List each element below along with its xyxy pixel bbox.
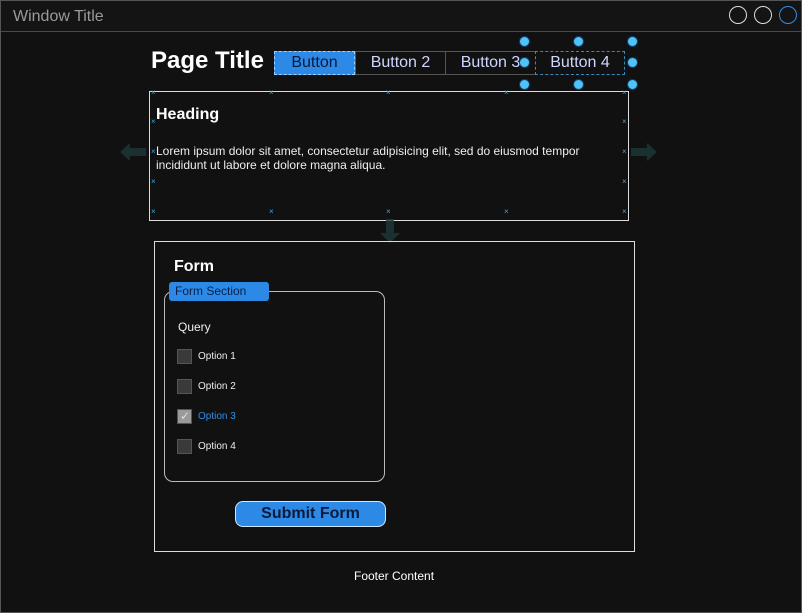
maximize-button[interactable] bbox=[754, 6, 772, 24]
card-heading: Heading bbox=[156, 106, 220, 123]
resize-handle-n[interactable] bbox=[573, 36, 584, 47]
close-button[interactable] bbox=[779, 6, 797, 24]
checkbox-icon[interactable] bbox=[177, 378, 192, 394]
submit-form-button[interactable]: Submit Form bbox=[235, 501, 386, 527]
anchor-marker-icon: × bbox=[504, 207, 509, 216]
toolbar-button-2[interactable]: Button 2 bbox=[355, 51, 445, 75]
option-3-label: Option 3 bbox=[198, 410, 236, 422]
anchor-marker-icon: × bbox=[151, 117, 156, 126]
arrow-down-icon[interactable] bbox=[380, 219, 400, 243]
arrow-right-icon[interactable] bbox=[631, 142, 657, 162]
toolbar-button-1[interactable]: Button bbox=[274, 51, 355, 75]
checked-checkbox-icon[interactable] bbox=[177, 408, 192, 424]
button-group: Button Button 2 Button 3 Button 4 bbox=[274, 51, 625, 75]
anchor-marker-icon: × bbox=[151, 177, 156, 186]
title-bar: Window Title bbox=[1, 1, 801, 32]
query-label: Query bbox=[178, 320, 211, 334]
option-3-checkbox[interactable]: Option 3 bbox=[177, 408, 236, 424]
anchor-marker-icon: × bbox=[151, 147, 156, 156]
form-heading: Form bbox=[174, 258, 214, 275]
toolbar-button-4[interactable]: Button 4 bbox=[535, 51, 625, 75]
resize-handle-w[interactable] bbox=[519, 57, 530, 68]
anchor-marker-icon: × bbox=[386, 88, 391, 97]
anchor-marker-icon: × bbox=[622, 117, 627, 126]
page-title: Page Title bbox=[151, 47, 264, 74]
option-4-checkbox[interactable]: Option 4 bbox=[177, 438, 236, 454]
checkbox-icon[interactable] bbox=[177, 438, 192, 454]
option-1-label: Option 1 bbox=[198, 350, 236, 362]
resize-handle-se[interactable] bbox=[627, 79, 638, 90]
resize-handle-nw[interactable] bbox=[519, 36, 530, 47]
checkbox-icon[interactable] bbox=[177, 348, 192, 364]
resize-handle-ne[interactable] bbox=[627, 36, 638, 47]
minimize-button[interactable] bbox=[729, 6, 747, 24]
anchor-marker-icon: × bbox=[622, 207, 627, 216]
footer-text: Footer Content bbox=[354, 569, 435, 583]
option-4-label: Option 4 bbox=[198, 440, 236, 452]
anchor-marker-icon: × bbox=[151, 207, 156, 216]
anchor-marker-icon: × bbox=[622, 88, 627, 97]
anchor-marker-icon: × bbox=[269, 88, 274, 97]
resize-handle-e[interactable] bbox=[627, 57, 638, 68]
anchor-marker-icon: × bbox=[622, 147, 627, 156]
anchor-marker-icon: × bbox=[504, 88, 509, 97]
anchor-marker-icon: × bbox=[151, 88, 156, 97]
arrow-left-icon[interactable] bbox=[120, 142, 146, 162]
resize-handle-sw[interactable] bbox=[519, 79, 530, 90]
window-title: Window Title bbox=[13, 8, 104, 25]
option-2-checkbox[interactable]: Option 2 bbox=[177, 378, 236, 394]
option-2-label: Option 2 bbox=[198, 380, 236, 392]
anchor-marker-icon: × bbox=[622, 177, 627, 186]
form-panel: Form Form Section Query Option 1 Option … bbox=[154, 241, 635, 552]
form-section-legend: Form Section bbox=[169, 282, 269, 301]
anchor-marker-icon: × bbox=[269, 207, 274, 216]
option-1-checkbox[interactable]: Option 1 bbox=[177, 348, 236, 364]
resize-handle-s[interactable] bbox=[573, 79, 584, 90]
card-body-text: Lorem ipsum dolor sit amet, consectetur … bbox=[156, 144, 580, 172]
app-window: Window Title Page Title Button Button 2 … bbox=[0, 0, 802, 613]
anchor-marker-icon: × bbox=[386, 207, 391, 216]
content-card: Heading Lorem ipsum dolor sit amet, cons… bbox=[149, 88, 629, 221]
